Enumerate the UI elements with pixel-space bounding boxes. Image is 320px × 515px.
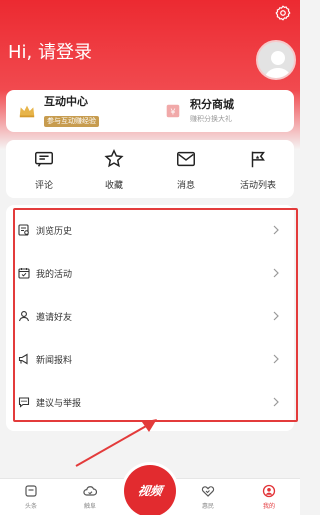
category-card: 评论 收藏 消息 活动列表 bbox=[6, 140, 294, 198]
svg-text:¥: ¥ bbox=[170, 107, 175, 117]
points-mall-button[interactable]: ¥ 积分商城 赚积分换大礼 bbox=[164, 90, 294, 132]
menu-item-label: 建议与举报 bbox=[36, 398, 82, 409]
star-icon bbox=[104, 149, 124, 168]
avatar[interactable] bbox=[256, 40, 296, 80]
messages-label: 消息 bbox=[176, 181, 195, 191]
mail-icon bbox=[177, 151, 195, 167]
comment-icon bbox=[35, 151, 53, 167]
tab-label: 我的 bbox=[262, 503, 275, 510]
tab-headlines[interactable]: 头条 bbox=[6, 484, 56, 510]
tab-mine[interactable]: 我的 bbox=[244, 484, 294, 510]
tab-welfare[interactable]: 惠民 bbox=[183, 484, 233, 510]
points-mall-title: 积分商城 bbox=[190, 98, 234, 111]
crown-icon bbox=[19, 105, 35, 118]
login-prompt[interactable]: Hi, 请登录 bbox=[8, 38, 92, 64]
chevron-right-icon bbox=[273, 311, 279, 321]
user-icon bbox=[18, 311, 30, 322]
menu-item-label: 我的活动 bbox=[36, 269, 73, 280]
chevron-right-icon bbox=[273, 225, 279, 235]
points-mall-subtitle: 赚积分换大礼 bbox=[190, 115, 232, 123]
points-card-icon: ¥ bbox=[166, 104, 180, 118]
menu-item-feedback-report[interactable]: 建议与举报 bbox=[6, 380, 294, 424]
experience-badge: 参与互动赚经验 bbox=[44, 116, 99, 127]
menu-item-label: 邀请好友 bbox=[36, 312, 73, 323]
tab-label: 惠民 bbox=[201, 503, 214, 510]
activity-list-button[interactable]: 活动列表 bbox=[228, 148, 288, 191]
flag-icon bbox=[251, 151, 265, 168]
headline-icon bbox=[25, 485, 37, 497]
menu-item-browsing-history[interactable]: 浏览历史 bbox=[6, 208, 294, 252]
chevron-right-icon bbox=[273, 354, 279, 364]
tab-label: 触阜 bbox=[83, 503, 96, 510]
history-icon bbox=[18, 224, 29, 236]
comment-label: 评论 bbox=[34, 181, 53, 191]
comment-button[interactable]: 评论 bbox=[14, 148, 74, 191]
menu-item-news-tip[interactable]: 新闻报料 bbox=[6, 337, 294, 381]
cloud-icon bbox=[83, 486, 97, 496]
gear-icon[interactable] bbox=[274, 4, 292, 22]
menu-item-my-activities[interactable]: 我的活动 bbox=[6, 251, 294, 295]
menu-item-invite-friends[interactable]: 邀请好友 bbox=[6, 294, 294, 338]
calendar-icon bbox=[18, 268, 30, 279]
tab-label: 头条 bbox=[24, 503, 37, 510]
megaphone-icon bbox=[18, 353, 28, 365]
quick-access-card: 互动中心 参与互动赚经验 ¥ 积分商城 赚积分换大礼 bbox=[6, 90, 294, 132]
tab-chufu[interactable]: 触阜 bbox=[65, 484, 115, 510]
menu-item-label: 新闻报料 bbox=[36, 355, 73, 366]
profile-icon bbox=[262, 484, 276, 498]
favorites-label: 收藏 bbox=[104, 181, 123, 191]
interaction-center-title: 互动中心 bbox=[44, 95, 88, 108]
chevron-right-icon bbox=[273, 268, 279, 278]
feedback-icon bbox=[18, 397, 30, 408]
interaction-center-button[interactable]: 互动中心 参与互动赚经验 bbox=[18, 90, 148, 132]
favorites-button[interactable]: 收藏 bbox=[84, 148, 144, 191]
messages-button[interactable]: 消息 bbox=[156, 148, 216, 191]
tab-video[interactable]: 视频 bbox=[124, 465, 176, 515]
menu-item-label: 浏览历史 bbox=[36, 226, 73, 237]
heart-handshake-icon bbox=[201, 486, 215, 497]
video-icon: 视频 bbox=[136, 484, 164, 498]
chevron-right-icon bbox=[273, 397, 279, 407]
activity-list-label: 活动列表 bbox=[239, 181, 276, 191]
